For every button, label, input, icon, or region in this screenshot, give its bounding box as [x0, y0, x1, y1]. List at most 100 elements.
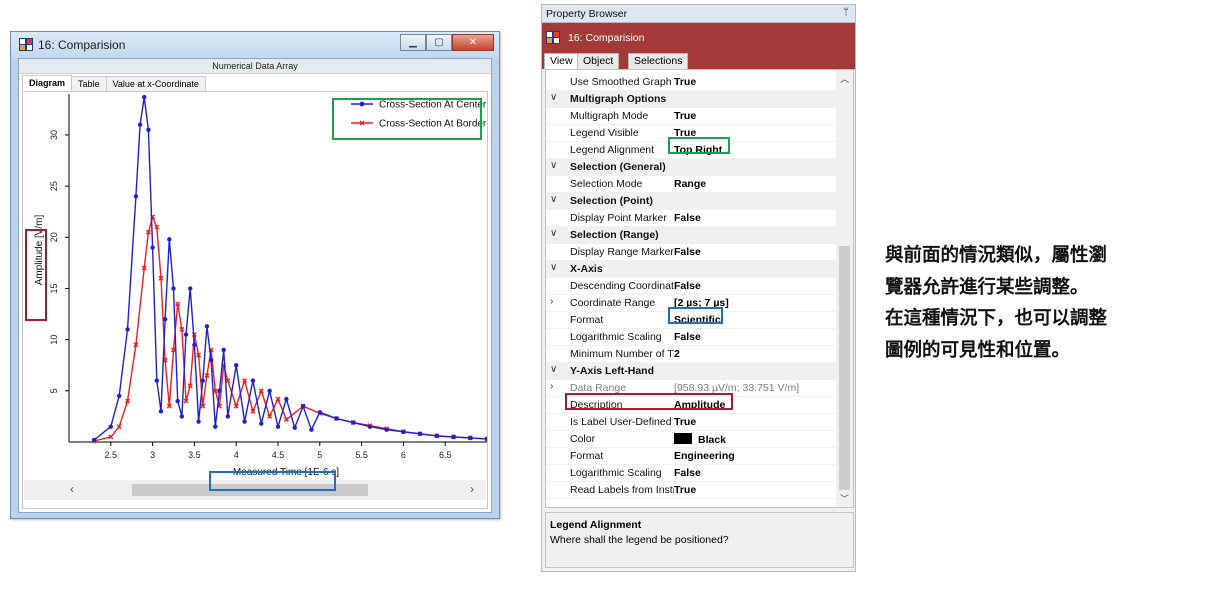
- property-category[interactable]: ∨ Selection (Point): [546, 193, 836, 210]
- tab-table[interactable]: Table: [71, 76, 107, 91]
- tab-view[interactable]: View: [544, 53, 579, 69]
- chart[interactable]: 2.5 3 3.5 4 4.5 5 5.5 6 6.5 5 10 15 20 25 30 Amplitude …: [23, 92, 487, 480]
- property-row[interactable]: Format Scientific: [546, 312, 836, 329]
- note-line: 覽器允許進行某些調整。: [885, 276, 1089, 298]
- property-name: Descending Coordinates: [570, 280, 674, 292]
- property-value[interactable]: False: [674, 246, 834, 258]
- collapse-icon[interactable]: ∨: [550, 194, 562, 205]
- property-value[interactable]: True: [674, 127, 834, 139]
- property-row[interactable]: Logarithmic Scaling False: [546, 329, 836, 346]
- property-value[interactable]: False: [674, 280, 834, 292]
- property-value[interactable]: True: [674, 416, 834, 428]
- description-panel: Legend Alignment Where shall the legend …: [545, 512, 854, 568]
- property-row[interactable]: Color Black: [546, 431, 836, 448]
- property-value[interactable]: False: [674, 212, 834, 224]
- x-tick-label: 3: [150, 450, 155, 460]
- property-row[interactable]: Format Engineering: [546, 448, 836, 465]
- property-value[interactable]: Black: [674, 433, 834, 446]
- property-row[interactable]: Selection Mode Range: [546, 176, 836, 193]
- property-row[interactable]: Description Amplitude: [546, 397, 836, 414]
- property-row[interactable]: Read Labels from InstrumentTrue: [546, 482, 836, 499]
- property-value[interactable]: Amplitude: [674, 399, 834, 411]
- description-title: Legend Alignment: [550, 519, 642, 531]
- scroll-thumb[interactable]: [839, 246, 850, 490]
- scroll-up-icon[interactable]: ︿: [840, 72, 849, 85]
- property-browser-titlebar: Property Browser ᛘ: [542, 5, 855, 23]
- data-point: [125, 327, 130, 332]
- data-point: [162, 316, 168, 322]
- property-row[interactable]: › Coordinate Range [2 µs; 7 µs]: [546, 295, 836, 312]
- collapse-icon[interactable]: ∨: [550, 160, 562, 171]
- property-row[interactable]: Multigraph Mode True: [546, 108, 836, 125]
- property-row[interactable]: Display Range Marker False: [546, 244, 836, 261]
- property-value[interactable]: Engineering: [674, 450, 834, 462]
- property-value[interactable]: [2 µs; 7 µs]: [674, 297, 834, 309]
- property-value[interactable]: True: [674, 76, 834, 88]
- collapse-icon[interactable]: ∨: [550, 228, 562, 239]
- property-name: Format: [570, 314, 604, 326]
- data-point: [217, 388, 222, 394]
- collapse-icon[interactable]: ∨: [550, 262, 562, 273]
- close-button[interactable]: ✕: [452, 34, 494, 51]
- collapse-icon[interactable]: ∨: [550, 92, 562, 103]
- maximize-icon: ▢: [434, 36, 444, 48]
- property-name: Selection (Range): [570, 229, 659, 241]
- vertical-scrollbar[interactable]: ︿ ﹀: [836, 70, 853, 507]
- property-row[interactable]: Display Point Marker False: [546, 210, 836, 227]
- data-point: [188, 286, 193, 291]
- tab-selections[interactable]: Selections: [628, 53, 689, 69]
- property-value[interactable]: Range: [674, 178, 834, 190]
- tab-object[interactable]: Object: [577, 53, 620, 69]
- property-value[interactable]: True: [674, 110, 834, 122]
- property-row[interactable]: Is Label User-Defined True: [546, 414, 836, 431]
- property-category[interactable]: ∨ Y-Axis Left-Hand: [546, 363, 836, 380]
- property-row[interactable]: Use Smoothed Graph True: [546, 74, 836, 91]
- scroll-left-icon[interactable]: ‹: [70, 482, 74, 496]
- legend-marker: [359, 101, 365, 107]
- scroll-down-icon[interactable]: ﹀: [840, 492, 849, 505]
- property-value[interactable]: 2: [674, 348, 834, 360]
- y-tick-label: 15: [49, 283, 59, 293]
- scroll-right-icon[interactable]: ›: [470, 482, 474, 496]
- property-category[interactable]: ∨ Selection (Range): [546, 227, 836, 244]
- window-titlebar[interactable]: 16: Comparision ▁ ▢ ✕: [11, 32, 499, 58]
- property-row[interactable]: Minimum Number of Ticks2: [546, 346, 836, 363]
- data-point: [417, 431, 423, 437]
- property-value[interactable]: True: [674, 484, 834, 496]
- property-name: Legend Alignment: [570, 144, 655, 156]
- x-tick-label: 2.5: [105, 450, 118, 460]
- data-point: [150, 245, 155, 250]
- data-point: [234, 363, 239, 368]
- horizontal-scrollbar[interactable]: ‹ ›: [24, 480, 486, 500]
- property-grid[interactable]: Read Labels from InstrumentTrueLogarithm…: [545, 69, 854, 508]
- property-category[interactable]: ∨ Multigraph Options: [546, 91, 836, 108]
- collapse-icon[interactable]: ∨: [550, 364, 562, 375]
- property-value[interactable]: False: [674, 331, 834, 343]
- tab-value-at-x[interactable]: Value at x-Coordinate: [105, 76, 206, 91]
- data-point: [91, 437, 97, 443]
- property-row[interactable]: Legend Visible True: [546, 125, 836, 142]
- property-row[interactable]: Descending Coordinates False: [546, 278, 836, 295]
- property-row[interactable]: › Data Range [958.93 µV/m; 33.751 V/m]: [546, 380, 836, 397]
- document-icon: [546, 31, 560, 47]
- property-row[interactable]: Logarithmic Scaling False: [546, 465, 836, 482]
- pin-icon[interactable]: ᛘ: [843, 7, 849, 18]
- property-tabs: View Object Selections: [542, 53, 855, 69]
- property-value[interactable]: Top Right: [674, 144, 834, 156]
- property-row[interactable]: Legend Alignment Top Right: [546, 142, 836, 159]
- property-value[interactable]: [958.93 µV/m; 33.751 V/m]: [674, 382, 834, 394]
- expand-icon[interactable]: ›: [550, 381, 562, 392]
- scroll-thumb[interactable]: [132, 484, 368, 496]
- minimize-button[interactable]: ▁: [400, 34, 426, 51]
- maximize-button[interactable]: ▢: [426, 34, 452, 51]
- property-name: X-Axis: [570, 263, 603, 275]
- property-value[interactable]: Scientific: [674, 314, 834, 326]
- data-point: [259, 421, 264, 426]
- property-category[interactable]: ∨ Selection (General): [546, 159, 836, 176]
- property-name: Multigraph Mode: [570, 110, 649, 122]
- expand-icon[interactable]: ›: [550, 296, 562, 307]
- property-category[interactable]: ∨ X-Axis: [546, 261, 836, 278]
- property-value[interactable]: False: [674, 467, 834, 479]
- plot-area[interactable]: 2.5 3 3.5 4 4.5 5 5.5 6 6.5 5 10 15 20 25 30 Amplitude …: [22, 91, 488, 509]
- property-name: Description: [570, 399, 623, 411]
